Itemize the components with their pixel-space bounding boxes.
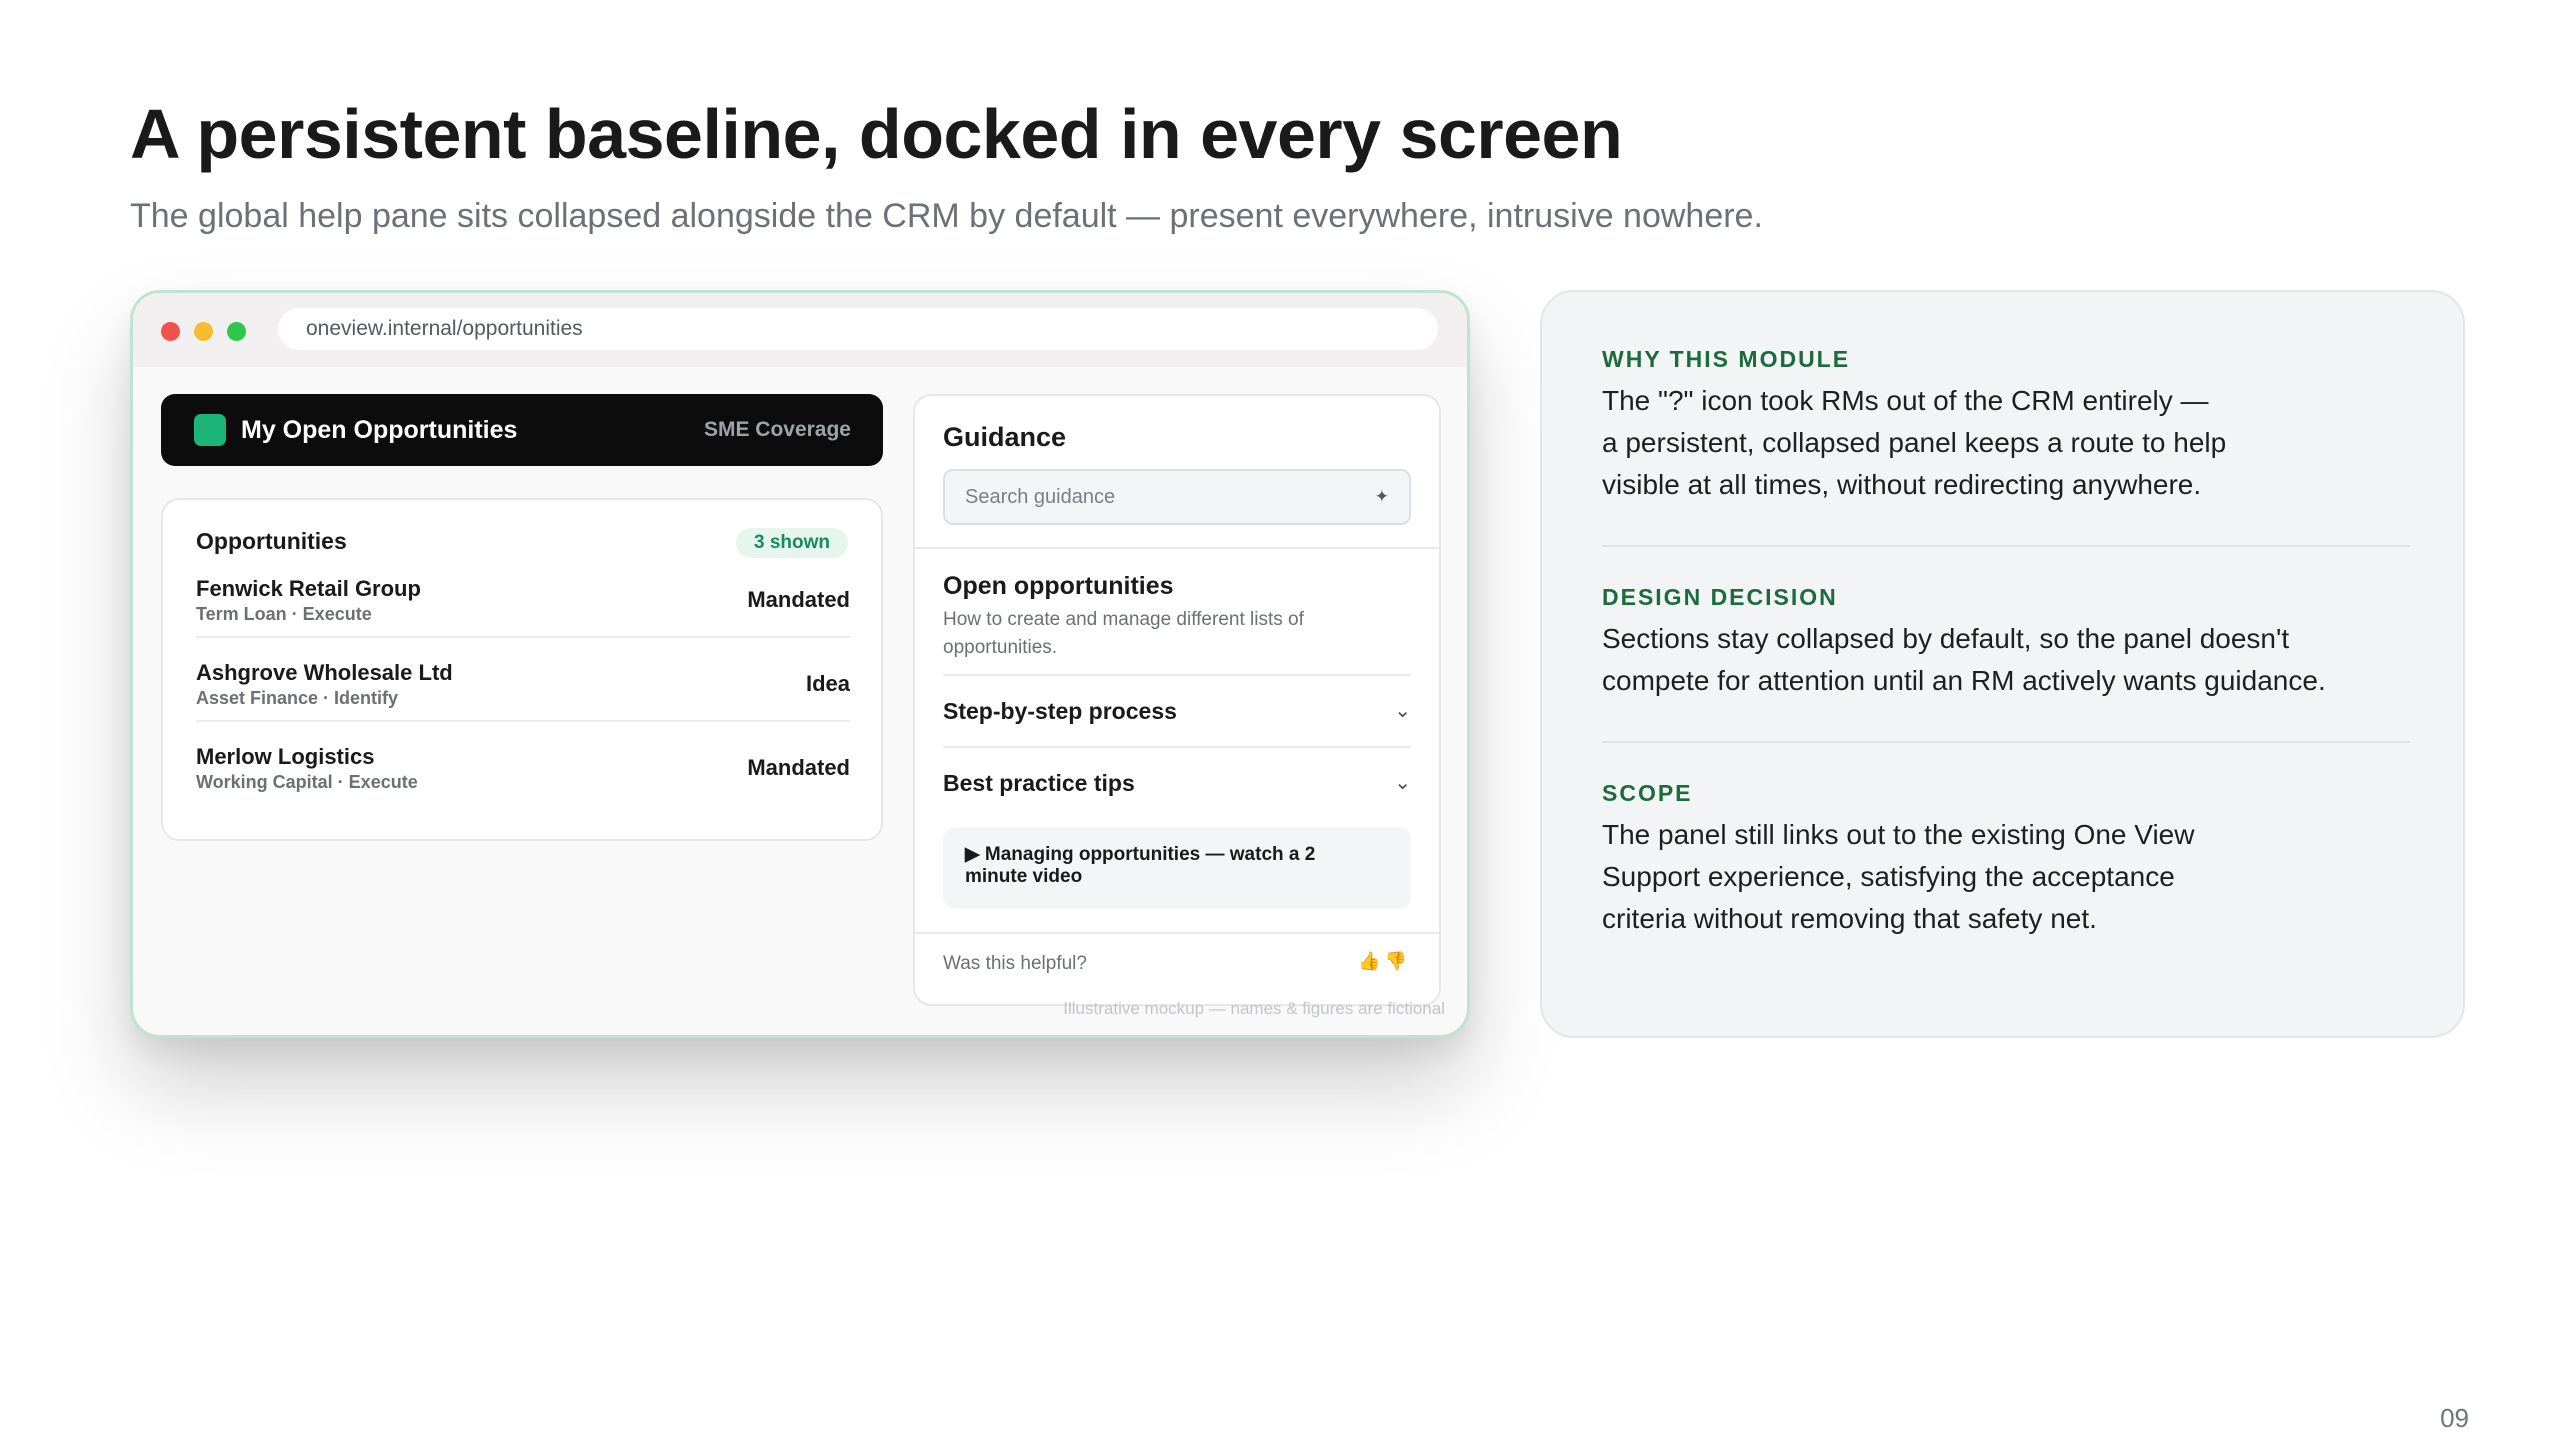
thumbs-down-icon[interactable]: 👎 bbox=[1385, 951, 1411, 971]
info-line: The panel still links out to the existin… bbox=[1602, 819, 2195, 850]
browser-toolbar: oneview.internal/opportunities bbox=[133, 293, 1467, 367]
page-number: 09 bbox=[2440, 1403, 2469, 1433]
guidance-section-description: How to create and manage different lists… bbox=[943, 609, 1304, 658]
chevron-down-icon: ⌄ bbox=[1394, 700, 1411, 722]
opportunities-card: Opportunities 3 shown Fenwick Retail Gro… bbox=[161, 498, 883, 841]
guidance-section-title: Open opportunities bbox=[943, 572, 1174, 600]
info-line: criteria without removing that safety ne… bbox=[1602, 903, 2097, 934]
info-heading-scope: SCOPE bbox=[1602, 780, 1693, 806]
crm-header-title: My Open Opportunities bbox=[241, 416, 518, 444]
segment-label: SME Coverage bbox=[703, 418, 851, 441]
divider bbox=[1602, 741, 2410, 743]
info-body-scope: The panel still links out to the existin… bbox=[1602, 814, 2392, 940]
accordion-best-practice[interactable]: Best practice tips ⌄ bbox=[943, 748, 1411, 818]
divider bbox=[915, 547, 1439, 549]
feedback-buttons: 👍👎 bbox=[1358, 951, 1411, 972]
opportunity-meta: Term Loan · Execute bbox=[196, 604, 372, 624]
info-heading-why: WHY THIS MODULE bbox=[1602, 346, 1851, 372]
info-line: Support experience, satisfying the accep… bbox=[1602, 861, 2175, 892]
feedback-prompt: Was this helpful? bbox=[943, 953, 1087, 974]
mockup-caption: Illustrative mockup — names & figures ar… bbox=[1063, 999, 1445, 1018]
list-item[interactable]: Merlow Logistics Working Capital · Execu… bbox=[196, 720, 850, 804]
search-placeholder: Search guidance bbox=[965, 486, 1116, 508]
opportunity-stage: Mandated bbox=[747, 587, 850, 612]
guidance-panel: Guidance Search guidance ✦ Open opportun… bbox=[913, 394, 1441, 1006]
accordion-label: Step-by-step process bbox=[943, 698, 1177, 724]
accordion-step-by-step[interactable]: Step-by-step process ⌄ bbox=[943, 676, 1411, 746]
opportunity-meta: Working Capital · Execute bbox=[196, 772, 418, 792]
guidance-title: Guidance bbox=[943, 422, 1067, 452]
video-link-label: ▶ Managing opportunities — watch a 2 min… bbox=[965, 844, 1316, 887]
info-line: Sections stay collapsed by default, so t… bbox=[1602, 623, 2290, 654]
list-item[interactable]: Ashgrove Wholesale Ltd Asset Finance · I… bbox=[196, 636, 850, 720]
browser-window: oneview.internal/opportunities My Open O… bbox=[130, 290, 1470, 1038]
accordion-label: Best practice tips bbox=[943, 770, 1135, 796]
slide-title: A persistent baseline, docked in every s… bbox=[130, 95, 1623, 173]
opportunities-card-title: Opportunities bbox=[196, 528, 347, 554]
video-link[interactable]: ▶ Managing opportunities — watch a 2 min… bbox=[943, 827, 1411, 909]
divider bbox=[915, 932, 1439, 934]
sparkle-icon[interactable]: ✦ bbox=[1375, 471, 1389, 523]
minimize-window-dot[interactable] bbox=[194, 322, 213, 341]
info-body-design: Sections stay collapsed by default, so t… bbox=[1602, 618, 2392, 702]
opportunity-name: Fenwick Retail Group bbox=[196, 576, 421, 601]
slide-subtitle: The global help pane sits collapsed alon… bbox=[130, 197, 1763, 235]
divider bbox=[1602, 545, 2410, 547]
opportunity-meta: Asset Finance · Identify bbox=[196, 688, 399, 708]
guidance-search-input[interactable]: Search guidance ✦ bbox=[943, 469, 1411, 525]
crm-header: My Open Opportunities SME Coverage bbox=[161, 394, 883, 466]
info-line: a persistent, collapsed panel keeps a ro… bbox=[1602, 427, 2227, 458]
thumbs-up-icon[interactable]: 👍 bbox=[1358, 951, 1384, 971]
address-bar[interactable]: oneview.internal/opportunities bbox=[278, 308, 1438, 350]
info-line: visible at all times, without redirectin… bbox=[1602, 469, 2202, 500]
opportunity-stage: Idea bbox=[805, 671, 850, 696]
info-heading-design: DESIGN DECISION bbox=[1602, 584, 1838, 610]
opportunity-name: Ashgrove Wholesale Ltd bbox=[196, 660, 453, 685]
close-window-dot[interactable] bbox=[161, 322, 180, 341]
opportunity-stage: Mandated bbox=[747, 755, 850, 780]
info-body-why: The "?" icon took RMs out of the CRM ent… bbox=[1602, 380, 2392, 506]
info-line: The "?" icon took RMs out of the CRM ent… bbox=[1602, 385, 2209, 416]
chevron-down-icon: ⌄ bbox=[1394, 772, 1411, 794]
opportunity-name: Merlow Logistics bbox=[196, 744, 375, 769]
list-item[interactable]: Fenwick Retail Group Term Loan · Execute… bbox=[196, 554, 850, 638]
info-line: compete for attention until an RM active… bbox=[1602, 665, 2326, 696]
app-logo-icon bbox=[194, 414, 226, 446]
info-panel: WHY THIS MODULE The "?" icon took RMs ou… bbox=[1540, 290, 2465, 1038]
maximize-window-dot[interactable] bbox=[227, 322, 246, 341]
